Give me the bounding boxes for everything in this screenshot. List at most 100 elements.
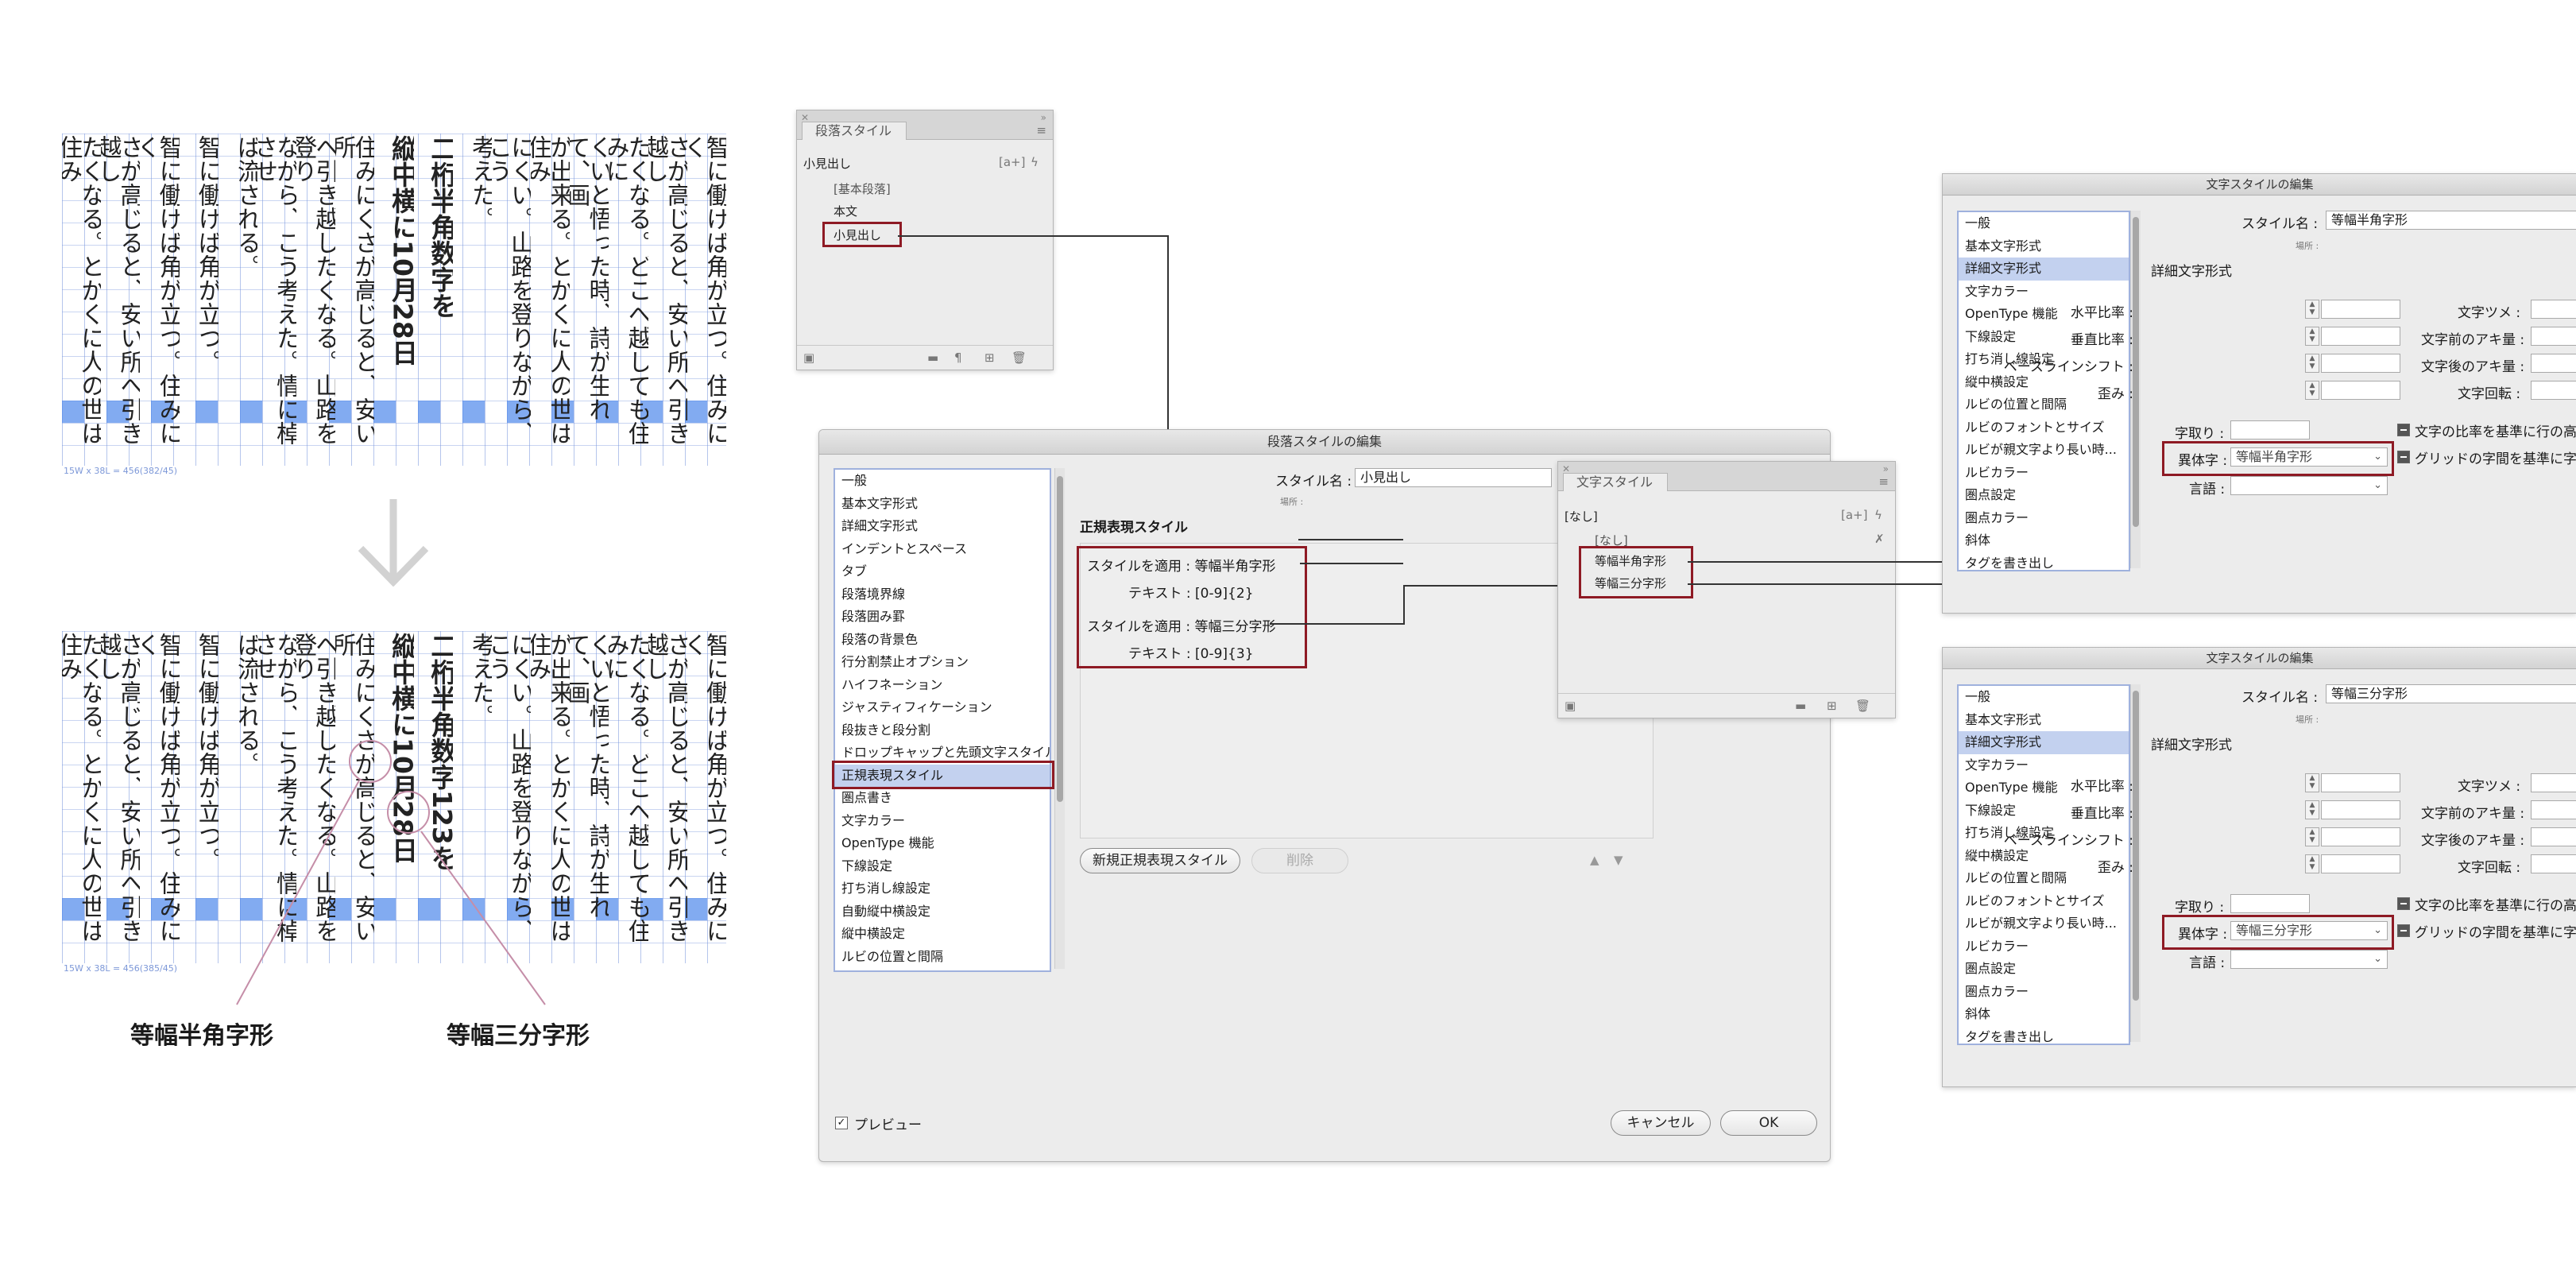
stepper[interactable]: ▲ ▼	[2305, 354, 2319, 373]
cancel-button[interactable]: キャンセル	[1611, 1110, 1711, 1136]
scrollbar[interactable]	[1054, 468, 1065, 969]
category-item[interactable]: 段落の背景色	[835, 629, 1050, 652]
unlink-icon[interactable]: ✗	[1874, 532, 1885, 546]
rotation-field[interactable]	[2531, 381, 2576, 400]
new-regex-style-button[interactable]: 新規正規表現スタイル	[1080, 848, 1240, 873]
category-item[interactable]: ルビのフォントとサイズ	[1959, 890, 2129, 913]
clear-override-icon[interactable]: ¶	[954, 350, 962, 365]
grid-checkbox[interactable]	[2397, 451, 2410, 463]
stepper[interactable]: ▲ ▼	[2305, 773, 2319, 792]
rotation-field[interactable]	[2531, 854, 2576, 873]
category-item[interactable]: 縦中横設定	[835, 923, 1050, 946]
trash-icon[interactable]: 🗑	[1855, 699, 1870, 713]
category-item[interactable]: 圏点設定	[1959, 958, 2129, 981]
move-down-icon[interactable]: ▼	[1614, 853, 1623, 867]
category-item[interactable]: 打ち消し線設定	[835, 877, 1050, 900]
skew-field[interactable]	[2321, 854, 2400, 873]
list-item[interactable]: 本文	[834, 203, 857, 219]
style-name-field[interactable]: 等幅三分字形	[2326, 684, 2576, 703]
jidori-field[interactable]	[2230, 894, 2310, 913]
tsume-field[interactable]	[2531, 773, 2576, 792]
category-item-advanced[interactable]: 詳細文字形式	[1959, 258, 2129, 281]
category-item[interactable]: 基本文字形式	[1959, 235, 2129, 258]
category-item[interactable]: 段落囲み罫	[835, 606, 1050, 629]
category-item[interactable]: 基本文字形式	[1959, 709, 2129, 732]
new-style-icon[interactable]: [a+]	[1841, 508, 1867, 522]
grid-checkbox[interactable]	[2397, 924, 2410, 937]
category-item[interactable]: 文字カラー	[1959, 754, 2129, 777]
baseline-shift-field[interactable]	[2321, 354, 2400, 373]
category-item[interactable]: 一般	[1959, 212, 2129, 235]
jidori-field[interactable]	[2230, 420, 2310, 440]
lightning-icon[interactable]: ϟ	[1874, 508, 1882, 522]
preview-checkbox[interactable]: ✓	[835, 1117, 848, 1129]
category-item[interactable]: 一般	[1959, 686, 2129, 709]
new-icon[interactable]: ⊞	[1827, 699, 1837, 713]
language-select[interactable]: ⌄	[2230, 950, 2388, 969]
category-item[interactable]: インデントとスペース	[835, 538, 1050, 561]
vertical-scale-field[interactable]	[2321, 327, 2400, 346]
category-item[interactable]: 文字カラー	[835, 810, 1050, 833]
panel-menu-icon[interactable]: ≡	[1036, 123, 1046, 137]
category-item[interactable]: 圏点設定	[1959, 484, 2129, 507]
aki-before-field[interactable]	[2531, 327, 2576, 346]
stepper[interactable]: ▲ ▼	[2305, 800, 2319, 819]
ok-button[interactable]: OK	[1720, 1110, 1817, 1136]
category-item[interactable]: タブ	[835, 560, 1050, 583]
language-select[interactable]: ⌄	[2230, 476, 2388, 495]
category-item[interactable]: ハイフネーション	[835, 674, 1050, 697]
stepper[interactable]: ▲ ▼	[2305, 300, 2319, 319]
category-item[interactable]: 基本文字形式	[835, 493, 1050, 516]
trash-icon[interactable]: 🗑	[1011, 350, 1027, 365]
library-icon[interactable]: ▣	[1565, 699, 1576, 713]
category-item-advanced[interactable]: 詳細文字形式	[1959, 731, 2129, 754]
stepper[interactable]: ▲ ▼	[2305, 854, 2319, 873]
category-item[interactable]: 段抜きと段分割	[835, 719, 1050, 742]
vertical-scale-field[interactable]	[2321, 800, 2400, 819]
new-icon[interactable]: ⊞	[984, 350, 995, 365]
category-item[interactable]: 文字カラー	[1959, 281, 2129, 304]
horizontal-scale-field[interactable]	[2321, 773, 2400, 792]
collapse-icon[interactable]: »	[1883, 463, 1889, 474]
category-item[interactable]: 圏点カラー	[1959, 507, 2129, 530]
category-item[interactable]: 一般	[835, 470, 1050, 493]
category-item[interactable]: ルビが親文字より長い時...	[1959, 439, 2129, 462]
tab-character-styles[interactable]: 文字スタイル	[1563, 473, 1669, 491]
aki-after-field[interactable]	[2531, 827, 2576, 846]
panel-menu-icon[interactable]: ≡	[1878, 474, 1889, 489]
stepper[interactable]: ▲ ▼	[2305, 827, 2319, 846]
category-item[interactable]: ジャスティフィケーション	[835, 696, 1050, 719]
style-name-field[interactable]: 小見出し	[1355, 468, 1552, 487]
folder-icon[interactable]: ▬	[1795, 699, 1806, 713]
ratio-checkbox[interactable]	[2397, 424, 2410, 436]
lightning-icon[interactable]: ϟ	[1031, 155, 1039, 169]
move-up-icon[interactable]: ▲	[1590, 853, 1599, 867]
category-item[interactable]: ルビカラー	[1959, 462, 2129, 485]
category-item[interactable]: 圏点書き	[835, 787, 1050, 810]
collapse-icon[interactable]: »	[1041, 112, 1046, 123]
category-item[interactable]: ルビのフォントとサイズ	[1959, 416, 2129, 440]
category-item[interactable]: タグを書き出し	[1959, 1026, 2129, 1044]
category-item[interactable]: 圏点カラー	[1959, 981, 2129, 1004]
category-item[interactable]: ルビが親文字より長い時...	[1959, 912, 2129, 935]
delete-button[interactable]: 削除	[1251, 848, 1348, 873]
aki-after-field[interactable]	[2531, 354, 2576, 373]
category-item[interactable]: 詳細文字形式	[835, 515, 1050, 538]
category-item[interactable]: 段落境界線	[835, 583, 1050, 606]
stepper[interactable]: ▲ ▼	[2305, 327, 2319, 346]
aki-before-field[interactable]	[2531, 800, 2576, 819]
category-item[interactable]: 自動縦中横設定	[835, 900, 1050, 924]
category-item[interactable]: 斜体	[1959, 529, 2129, 552]
category-item[interactable]: タグを書き出し	[1959, 552, 2129, 571]
stepper[interactable]: ▲ ▼	[2305, 381, 2319, 400]
new-style-icon[interactable]: [a+]	[999, 155, 1025, 169]
library-icon[interactable]: ▣	[803, 350, 814, 365]
horizontal-scale-field[interactable]	[2321, 300, 2400, 319]
style-name-field[interactable]: 等幅半角字形	[2326, 211, 2576, 230]
tsume-field[interactable]	[2531, 300, 2576, 319]
skew-field[interactable]	[2321, 381, 2400, 400]
ratio-checkbox[interactable]	[2397, 897, 2410, 910]
baseline-shift-field[interactable]	[2321, 827, 2400, 846]
tab-paragraph-styles[interactable]: 段落スタイル	[802, 122, 907, 140]
category-item[interactable]: 下線設定	[835, 855, 1050, 878]
